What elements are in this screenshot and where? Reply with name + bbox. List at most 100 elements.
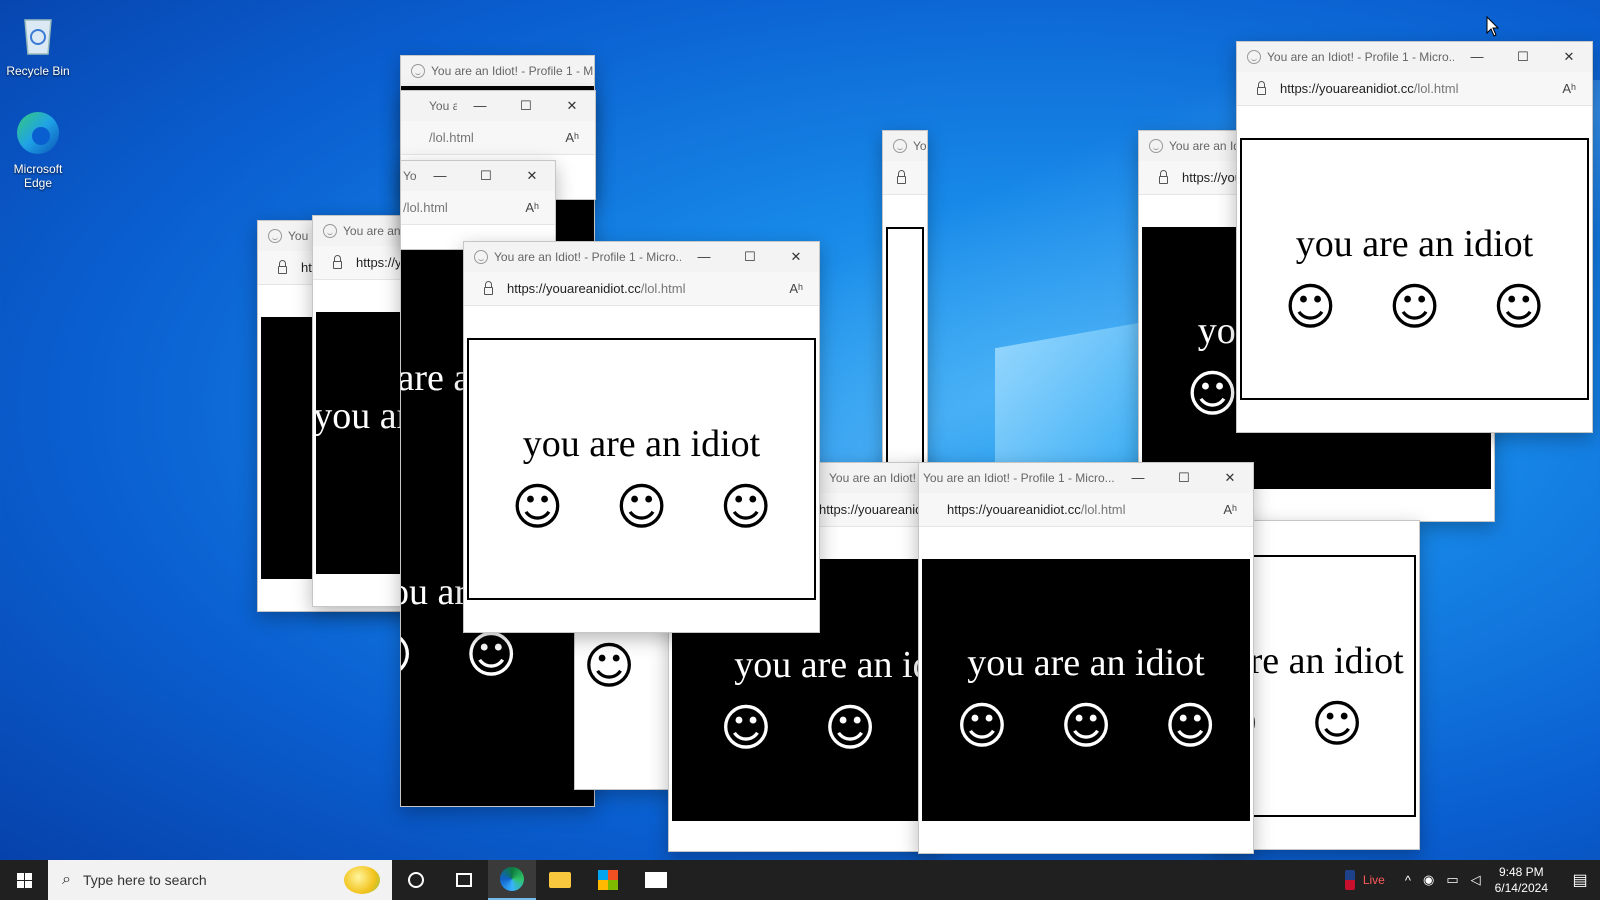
- close-button[interactable]: ✕: [1207, 470, 1253, 486]
- window-title: You are an Idiot! - Profile 1 - Micro...: [1267, 50, 1454, 64]
- url-path: /lol.html: [1413, 81, 1459, 96]
- maximize-button[interactable]: ☐: [727, 249, 773, 265]
- smiley-favicon-icon: [893, 139, 907, 153]
- popup-window[interactable]: You are an Idiot! - Profile 1 - Micro...…: [918, 462, 1254, 854]
- start-button[interactable]: [0, 860, 48, 900]
- address-bar[interactable]: https://youareanidiot.cc/lol.html Aʰ: [919, 493, 1253, 527]
- window-titlebar[interactable]: You are an Idiot! - Profile 1 - Micro...: [883, 131, 927, 161]
- network-icon[interactable]: ▭: [1446, 872, 1458, 888]
- maximize-button[interactable]: ☐: [503, 98, 549, 114]
- window-titlebar[interactable]: You are an Idiot! - Profile 1 - Micro...…: [401, 91, 595, 121]
- folder-icon: [549, 872, 571, 888]
- lock-icon: [1257, 80, 1266, 95]
- desktop-icon-microsoft-edge[interactable]: Microsoft Edge: [0, 108, 76, 190]
- task-view-button[interactable]: [440, 860, 488, 900]
- close-button[interactable]: ✕: [773, 249, 819, 265]
- smiley-favicon-icon: [1149, 139, 1163, 153]
- window-titlebar[interactable]: You are an Idiot! - Profile 1 - Micro...…: [1237, 42, 1592, 72]
- taskbar-search-box[interactable]: ⌕ Type here to search: [48, 860, 392, 900]
- window-titlebar[interactable]: You are an Idiot! - Profile 1 - Micro...…: [464, 242, 819, 272]
- window-title: You are an Idiot! - Profile 1 - Micro...: [494, 250, 681, 264]
- smiley-favicon-icon: [411, 64, 425, 78]
- lock-icon: [484, 280, 493, 295]
- read-aloud-icon[interactable]: Aʰ: [565, 130, 579, 145]
- smiley-icon: ☺: [719, 478, 772, 536]
- nba-news-icon[interactable]: [1344, 870, 1355, 890]
- system-tray: Live ^ ◉ ▭ ◁ 9:48 PM 6/14/2024 ▤: [1344, 860, 1600, 900]
- close-button[interactable]: ✕: [1546, 49, 1592, 65]
- address-bar[interactable]: /lol.html Aʰ: [401, 121, 595, 155]
- popup-window[interactable]: You are an Idiot! - Profile 1 - Micro...…: [463, 241, 820, 633]
- search-icon: ⌕: [62, 871, 71, 888]
- smiley-icon: ☺: [719, 699, 772, 757]
- idiot-message: you are an idiot: [1295, 223, 1534, 265]
- window-title: You are an Idiot! - Profile 1 - Micro...: [403, 169, 417, 183]
- smiley-icon: ☺: [1186, 365, 1239, 423]
- read-aloud-icon[interactable]: Aʰ: [525, 200, 539, 215]
- meet-now-icon[interactable]: ◉: [1423, 872, 1434, 888]
- smiley-icon: ☺: [511, 478, 564, 536]
- url-path: /lol.html: [640, 281, 686, 296]
- smiley-icon: ☺: [1388, 278, 1441, 336]
- search-highlight-lemon-icon: [344, 866, 380, 894]
- desktop-icon-recycle-bin[interactable]: Recycle Bin: [0, 10, 76, 78]
- close-button[interactable]: ✕: [509, 168, 555, 184]
- recycle-bin-icon: [13, 10, 63, 60]
- popup-window[interactable]: You are an Idiot! - Profile 1 - Micro...…: [400, 160, 556, 250]
- window-title: You are an Idiot! - Profile 1 - Micro...: [431, 64, 594, 78]
- lock-icon: [897, 169, 906, 184]
- smiley-icon: ☺: [1492, 278, 1545, 336]
- smiley-favicon-icon: [323, 224, 337, 238]
- live-badge[interactable]: Live: [1363, 873, 1385, 887]
- window-title: You are an Idiot! - Profile 1 - Micro...: [913, 139, 927, 153]
- notification-center-icon[interactable]: ▤: [1560, 870, 1600, 890]
- chevron-up-icon[interactable]: ^: [1405, 873, 1411, 888]
- cortana-circle-icon: [408, 872, 424, 888]
- minimize-button[interactable]: —: [457, 98, 503, 114]
- smiley-icon: ☺: [824, 699, 877, 757]
- task-view-icon: [456, 873, 472, 887]
- idiot-message: you are an idiot: [734, 644, 937, 686]
- window-titlebar[interactable]: You are an Idiot! - Profile 1 - Micro...…: [919, 463, 1253, 493]
- address-bar[interactable]: [883, 161, 927, 195]
- maximize-button[interactable]: ☐: [463, 168, 509, 184]
- maximize-button[interactable]: ☐: [1500, 49, 1546, 65]
- volume-muted-icon[interactable]: ◁: [1471, 872, 1481, 888]
- desktop-icon-label: Recycle Bin: [6, 64, 70, 78]
- smiley-icon: ☺: [465, 626, 518, 684]
- minimize-button[interactable]: —: [417, 168, 463, 184]
- read-aloud-icon[interactable]: Aʰ: [789, 281, 803, 296]
- smiley-icon: ☺: [955, 697, 1008, 755]
- read-aloud-icon[interactable]: Aʰ: [1223, 502, 1237, 517]
- minimize-button[interactable]: —: [1115, 470, 1161, 486]
- maximize-button[interactable]: ☐: [1161, 470, 1207, 486]
- desktop-icon-label: Microsoft Edge: [13, 162, 63, 190]
- cortana-button[interactable]: [392, 860, 440, 900]
- taskbar-edge-button[interactable]: [488, 860, 536, 900]
- smiley-icon: ☺: [401, 630, 413, 680]
- idiot-panel: you are an idiot ☺ ☺ ☺: [467, 338, 816, 600]
- clock-time: 9:48 PM: [1498, 865, 1544, 879]
- system-clock[interactable]: 9:48 PM 6/14/2024: [1495, 864, 1548, 896]
- minimize-button[interactable]: —: [681, 249, 727, 265]
- url-domain: https://youareanidiot.cc: [1280, 81, 1414, 96]
- taskbar-store-button[interactable]: [584, 860, 632, 900]
- read-aloud-icon[interactable]: Aʰ: [1562, 81, 1576, 96]
- address-bar[interactable]: /lol.html Aʰ: [401, 191, 555, 225]
- popup-window[interactable]: You are an Idiot! - Profile 1 - Micro...…: [1236, 41, 1593, 433]
- store-icon: [598, 870, 618, 890]
- minimize-button[interactable]: —: [1454, 49, 1500, 65]
- smiley-icon: ☺: [1284, 278, 1337, 336]
- address-bar[interactable]: https://youareanidiot.cc/lol.html Aʰ: [1237, 72, 1592, 106]
- close-button[interactable]: ✕: [549, 98, 595, 114]
- address-bar[interactable]: https://youareanidiot.cc/lol.html Aʰ: [464, 272, 819, 306]
- window-title: You are an Idiot! - Profile 1 - Micro...: [923, 471, 1115, 485]
- window-titlebar[interactable]: You are an Idiot! - Profile 1 - Micro...…: [401, 161, 555, 191]
- window-titlebar[interactable]: You are an Idiot! - Profile 1 - Micro...: [401, 56, 594, 86]
- taskbar-mail-button[interactable]: [632, 860, 680, 900]
- edge-icon: [13, 108, 63, 158]
- lock-icon: [1159, 169, 1168, 184]
- taskbar-file-explorer-button[interactable]: [536, 860, 584, 900]
- window-title: You are an Idiot! - Profile 1 - Micro...: [429, 99, 457, 113]
- url-path: /lol.html: [403, 200, 448, 215]
